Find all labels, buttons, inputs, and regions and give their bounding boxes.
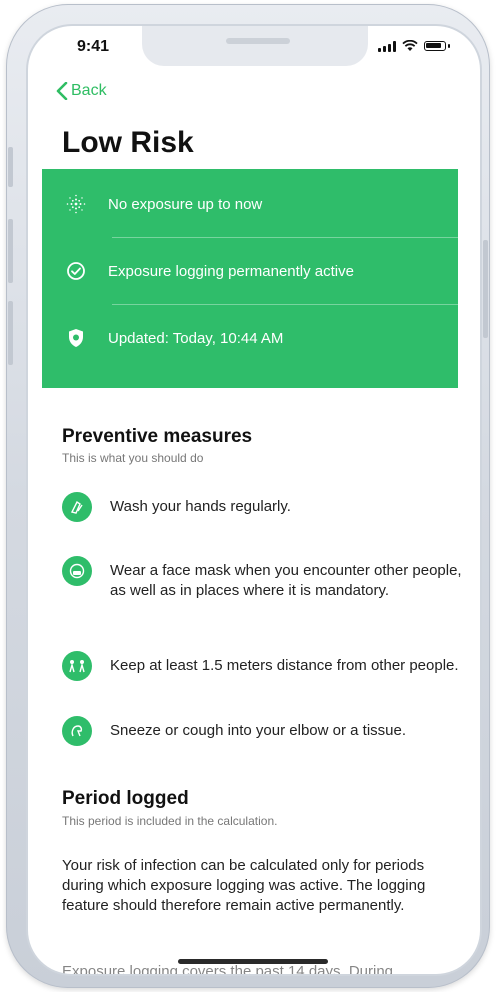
section-title-period: Period logged <box>62 788 189 809</box>
section-title-preventive: Preventive measures <box>62 426 253 447</box>
signal-icon <box>378 40 396 52</box>
risk-status-card: No exposure up to now Exposure logging p… <box>42 169 458 388</box>
back-button[interactable]: Back <box>56 82 107 100</box>
volume-up-button <box>8 219 13 283</box>
hand-wash-icon <box>62 492 92 522</box>
measure-text: Wash your hands regularly. <box>110 498 291 515</box>
risk-row-logging: Exposure logging permanently active <box>42 238 458 304</box>
volume-down-button <box>8 301 13 365</box>
risk-row-label: Exposure logging permanently active <box>108 262 354 280</box>
chevron-left-icon <box>56 82 68 100</box>
measure-item: Wear a face mask when you encounter othe… <box>62 556 462 601</box>
virus-scan-icon <box>64 192 88 216</box>
shield-icon <box>64 326 88 350</box>
home-indicator[interactable] <box>178 959 328 964</box>
risk-row-exposure: No exposure up to now <box>42 171 458 237</box>
measure-text: Wear a face mask when you encounter othe… <box>110 562 462 599</box>
measure-text: Sneeze or cough into your elbow or a tis… <box>110 722 407 739</box>
battery-icon <box>424 41 446 51</box>
section-subtitle-period: This period is included in the calculati… <box>62 814 278 828</box>
measure-item: Keep at least 1.5 meters distance from o… <box>62 651 462 681</box>
back-label: Back <box>71 82 107 99</box>
face-mask-icon <box>62 556 92 586</box>
speaker-grille <box>226 38 290 44</box>
page-title: Low Risk <box>62 126 194 159</box>
power-button <box>483 240 488 338</box>
risk-row-updated: Updated: Today, 10:44 AM <box>42 305 458 371</box>
measure-text: Keep at least 1.5 meters distance from o… <box>110 657 459 674</box>
sneeze-icon <box>62 716 92 746</box>
phone-frame: 9:41 Back Low Risk No exposure up to now… <box>6 4 490 988</box>
check-circle-icon <box>64 259 88 283</box>
period-description: Your risk of infection can be calculated… <box>62 857 426 914</box>
distance-icon <box>62 651 92 681</box>
measure-item: Wash your hands regularly. <box>62 492 462 522</box>
screen: 9:41 Back Low Risk No exposure up to now… <box>28 26 480 974</box>
risk-row-label: No exposure up to now <box>108 195 263 213</box>
risk-row-label: Updated: Today, 10:44 AM <box>108 329 284 347</box>
status-time: 9:41 <box>77 38 110 55</box>
battery-tip <box>448 44 450 48</box>
wifi-icon <box>402 40 418 51</box>
status-icons <box>378 40 450 52</box>
measure-item: Sneeze or cough into your elbow or a tis… <box>62 716 462 746</box>
mute-switch <box>8 147 13 187</box>
section-subtitle-preventive: This is what you should do <box>62 451 204 465</box>
notch <box>142 26 368 66</box>
